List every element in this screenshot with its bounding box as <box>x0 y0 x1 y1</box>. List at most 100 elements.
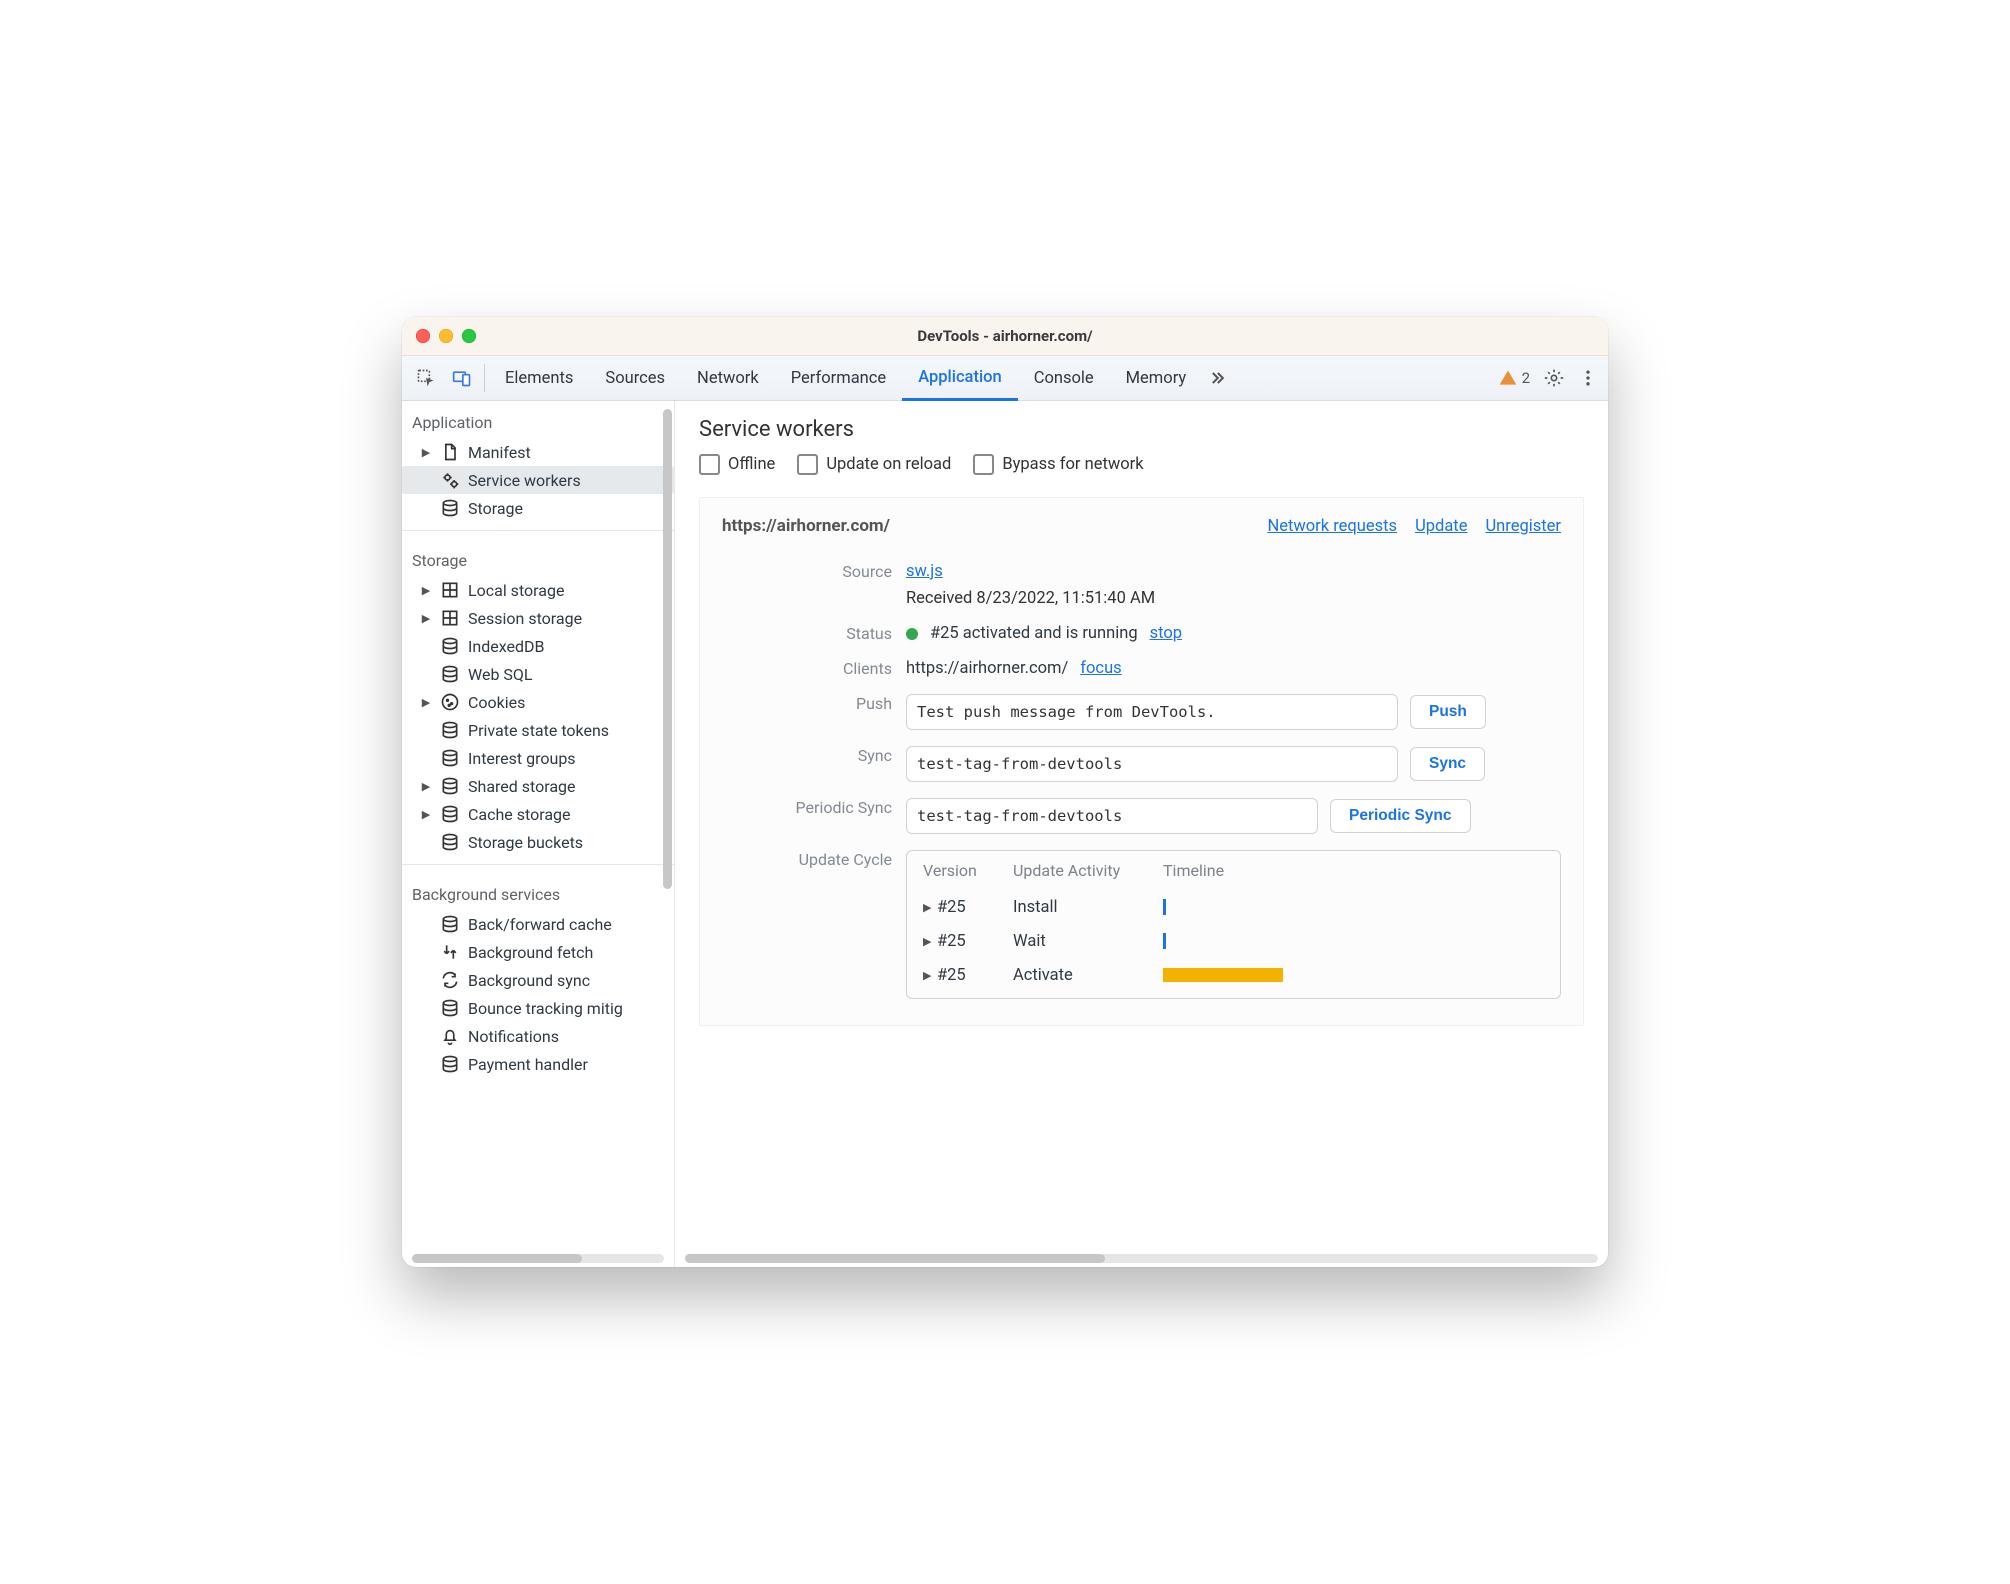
cycle-timeline <box>1163 898 1544 916</box>
disclosure-triangle-icon: ▶ <box>923 935 937 948</box>
update-cycle-row[interactable]: ▶#25Activate <box>923 958 1544 992</box>
sidebar-item-label: Session storage <box>468 609 582 628</box>
grid-icon <box>440 608 460 628</box>
tab-application[interactable]: Application <box>902 356 1018 401</box>
titlebar: DevTools - airhorner.com/ <box>402 317 1608 356</box>
sidebar-item-notifications[interactable]: Notifications <box>402 1022 674 1050</box>
db-icon <box>440 748 460 768</box>
cycle-col-timeline: Timeline <box>1163 861 1224 880</box>
sidebar-scrollbar[interactable] <box>663 409 672 889</box>
sidebar-item-back-forward-cache[interactable]: Back/forward cache <box>402 910 674 938</box>
sidebar-item-payment-handler[interactable]: Payment handler <box>402 1050 674 1078</box>
main-horizontal-scrollbar[interactable] <box>685 1254 1598 1263</box>
sidebar-item-interest-groups[interactable]: Interest groups <box>402 744 674 772</box>
db-icon <box>440 636 460 656</box>
sidebar-item-storage-buckets[interactable]: Storage buckets <box>402 828 674 856</box>
settings-icon[interactable] <box>1540 368 1568 388</box>
sidebar-item-storage[interactable]: Storage <box>402 494 674 522</box>
update-cycle-label: Update Cycle <box>722 850 906 869</box>
device-toolbar-icon[interactable] <box>444 356 480 400</box>
source-file-link[interactable]: sw.js <box>906 562 943 581</box>
focus-link[interactable]: focus <box>1080 659 1121 678</box>
sidebar-item-cache-storage[interactable]: ▶Cache storage <box>402 800 674 828</box>
sidebar-item-private-state-tokens[interactable]: Private state tokens <box>402 716 674 744</box>
unregister-link[interactable]: Unregister <box>1485 517 1561 536</box>
periodic-sync-input[interactable] <box>906 798 1318 834</box>
stop-link[interactable]: stop <box>1150 624 1182 643</box>
grid-icon <box>440 580 460 600</box>
sidebar-item-background-sync[interactable]: Background sync <box>402 966 674 994</box>
sidebar-group-label: Application <box>402 401 674 438</box>
network-requests-link[interactable]: Network requests <box>1267 517 1397 536</box>
status-indicator-icon <box>906 628 918 640</box>
sidebar-item-label: Cookies <box>468 693 525 712</box>
zoom-window-button[interactable] <box>462 329 476 343</box>
panel-tabs: ElementsSourcesNetworkPerformanceApplica… <box>489 356 1202 400</box>
sidebar-item-label: Manifest <box>468 443 531 462</box>
sidebar-item-web-sql[interactable]: Web SQL <box>402 660 674 688</box>
sync-input[interactable] <box>906 746 1398 782</box>
periodic-sync-button[interactable]: Periodic Sync <box>1330 799 1471 833</box>
disclosure-triangle-icon: ▶ <box>923 969 937 982</box>
update-on-reload-checkbox[interactable]: Update on reload <box>797 454 951 475</box>
warning-icon <box>1498 368 1518 388</box>
sidebar-item-label: Cache storage <box>468 805 571 824</box>
sidebar-item-shared-storage[interactable]: ▶Shared storage <box>402 772 674 800</box>
sidebar: Application▶ManifestService workersStora… <box>402 401 675 1267</box>
db-icon <box>440 998 460 1018</box>
warnings-badge[interactable]: 2 <box>1498 368 1530 388</box>
cycle-col-activity: Update Activity <box>1013 861 1163 880</box>
sync-button[interactable]: Sync <box>1410 747 1485 781</box>
sidebar-item-local-storage[interactable]: ▶Local storage <box>402 576 674 604</box>
main-panel: Service workers Offline Update on reload… <box>675 401 1608 1267</box>
db-icon <box>440 1054 460 1074</box>
sidebar-horizontal-scrollbar[interactable] <box>412 1254 664 1263</box>
tab-performance[interactable]: Performance <box>775 356 902 400</box>
db-icon <box>440 498 460 518</box>
update-cycle-table: Version Update Activity Timeline ▶#25Ins… <box>906 850 1561 999</box>
minimize-window-button[interactable] <box>439 329 453 343</box>
push-label: Push <box>722 694 906 713</box>
more-tabs-icon[interactable] <box>1202 356 1232 400</box>
update-cycle-row[interactable]: ▶#25Wait <box>923 924 1544 958</box>
sidebar-group-label: Background services <box>402 873 674 910</box>
sidebar-item-indexeddb[interactable]: IndexedDB <box>402 632 674 660</box>
received-text: Received 8/23/2022, 11:51:40 AM <box>906 589 1561 608</box>
close-window-button[interactable] <box>416 329 430 343</box>
sidebar-item-label: Back/forward cache <box>468 915 612 934</box>
tab-network[interactable]: Network <box>681 356 775 400</box>
inspect-element-icon[interactable] <box>408 356 444 400</box>
offline-checkbox[interactable]: Offline <box>699 454 775 475</box>
push-button[interactable]: Push <box>1410 695 1486 729</box>
tab-console[interactable]: Console <box>1018 356 1110 400</box>
sidebar-item-session-storage[interactable]: ▶Session storage <box>402 604 674 632</box>
tab-elements[interactable]: Elements <box>489 356 589 400</box>
tab-sources[interactable]: Sources <box>589 356 681 400</box>
cycle-timeline <box>1163 932 1544 950</box>
update-cycle-row[interactable]: ▶#25Install <box>923 890 1544 924</box>
push-input[interactable] <box>906 694 1398 730</box>
sidebar-group-label: Storage <box>402 539 674 576</box>
sidebar-item-manifest[interactable]: ▶Manifest <box>402 438 674 466</box>
cycle-activity: Wait <box>1013 932 1163 951</box>
sidebar-item-bounce-tracking-mitig[interactable]: Bounce tracking mitig <box>402 994 674 1022</box>
client-url: https://airhorner.com/ <box>906 659 1068 678</box>
sidebar-item-label: Web SQL <box>468 665 533 684</box>
window-controls <box>416 329 476 343</box>
sidebar-item-cookies[interactable]: ▶Cookies <box>402 688 674 716</box>
sw-options: Offline Update on reload Bypass for netw… <box>699 454 1584 475</box>
tab-memory[interactable]: Memory <box>1110 356 1203 400</box>
bypass-for-network-checkbox[interactable]: Bypass for network <box>973 454 1143 475</box>
update-link[interactable]: Update <box>1415 517 1467 536</box>
window-title: DevTools - airhorner.com/ <box>402 327 1608 345</box>
main-toolbar: ElementsSourcesNetworkPerformanceApplica… <box>402 356 1608 401</box>
sidebar-item-background-fetch[interactable]: Background fetch <box>402 938 674 966</box>
sidebar-item-service-workers[interactable]: Service workers <box>402 466 674 494</box>
cycle-version: #25 <box>937 932 1013 951</box>
file-icon <box>440 442 460 462</box>
sidebar-item-label: Background fetch <box>468 943 593 962</box>
kebab-menu-icon[interactable] <box>1578 368 1598 388</box>
db-icon <box>440 804 460 824</box>
clients-label: Clients <box>722 659 906 678</box>
cycle-activity: Install <box>1013 898 1163 917</box>
